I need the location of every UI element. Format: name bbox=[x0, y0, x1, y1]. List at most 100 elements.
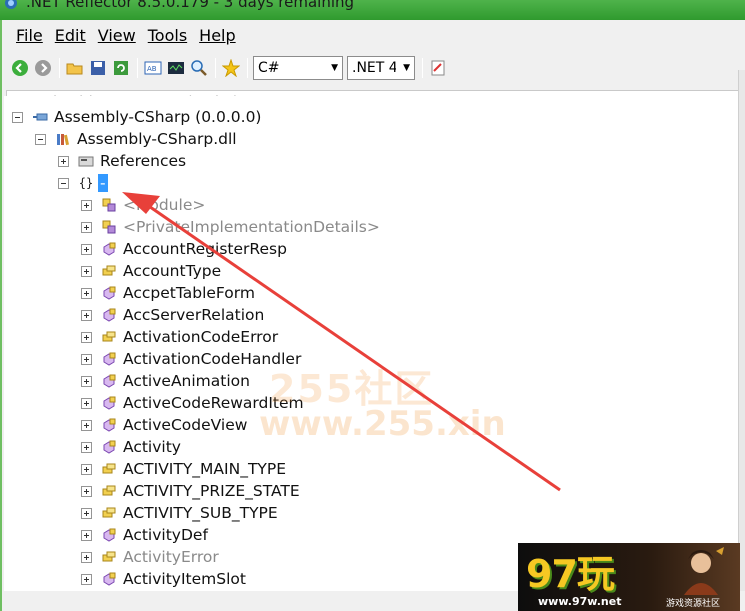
class-icon bbox=[101, 439, 117, 455]
monitor-icon bbox=[168, 62, 184, 74]
type-label: ActiveCodeRewardItem bbox=[123, 394, 304, 412]
tree-node-type[interactable]: AccountRegisterResp bbox=[81, 238, 287, 260]
namespace-label: - bbox=[98, 174, 108, 192]
site-logo: 97玩 www.97w.net 游戏资源社区 bbox=[518, 543, 740, 611]
toolbar-separator bbox=[215, 58, 216, 78]
tree-node-type[interactable]: ActiveAnimation bbox=[81, 370, 250, 392]
type-label: <Module> bbox=[123, 196, 206, 214]
tree-node-type[interactable]: AccountType bbox=[81, 260, 221, 282]
class-icon bbox=[101, 417, 117, 433]
expand-toggle[interactable] bbox=[81, 331, 92, 343]
menu-view[interactable]: View bbox=[92, 24, 142, 48]
menu-file-label: File bbox=[16, 26, 43, 45]
expand-toggle[interactable] bbox=[81, 397, 92, 409]
menu-file[interactable]: File bbox=[10, 24, 49, 48]
expand-toggle[interactable] bbox=[81, 441, 92, 453]
tree-node-type[interactable]: ActivityDef bbox=[81, 524, 208, 546]
search-button[interactable] bbox=[189, 58, 209, 78]
svg-text:AB: AB bbox=[147, 65, 157, 73]
disassembler-button[interactable] bbox=[166, 58, 186, 78]
expand-toggle[interactable] bbox=[81, 529, 92, 541]
refresh-button[interactable] bbox=[111, 58, 131, 78]
tree-node-type[interactable]: ActivityError bbox=[81, 546, 219, 568]
tree-node-type[interactable]: AccServerRelation bbox=[81, 304, 264, 326]
collapse-toggle[interactable] bbox=[12, 111, 23, 123]
tree-node-namespace[interactable]: {} - bbox=[58, 172, 108, 194]
expand-toggle[interactable] bbox=[81, 375, 92, 387]
back-button[interactable] bbox=[10, 58, 30, 78]
class-icon bbox=[101, 241, 117, 257]
tree-node-dll[interactable]: Assembly-CSharp.dll bbox=[35, 128, 237, 150]
options-button[interactable] bbox=[428, 58, 448, 78]
enum-icon bbox=[101, 461, 117, 477]
expand-toggle[interactable] bbox=[81, 353, 92, 365]
forward-button[interactable] bbox=[33, 58, 53, 78]
menu-edit[interactable]: Edit bbox=[49, 24, 92, 48]
library-books-icon bbox=[55, 131, 71, 147]
forward-arrow-icon bbox=[35, 60, 51, 76]
expand-toggle[interactable] bbox=[81, 265, 92, 277]
expand-toggle[interactable] bbox=[81, 573, 92, 585]
bookmark-button[interactable] bbox=[221, 58, 241, 78]
tree-node-type[interactable]: ACTIVITY_PRIZE_STATE bbox=[81, 480, 300, 502]
module-class-icon bbox=[101, 219, 117, 235]
language-select[interactable]: C# ▼ bbox=[253, 56, 343, 80]
tree-node-type[interactable]: ACTIVITY_MAIN_TYPE bbox=[81, 458, 286, 480]
menu-tools[interactable]: Tools bbox=[142, 24, 193, 48]
expand-toggle[interactable] bbox=[58, 155, 69, 167]
enum-icon bbox=[101, 505, 117, 521]
type-label: AccountType bbox=[123, 262, 222, 280]
expand-toggle[interactable] bbox=[81, 309, 92, 321]
expand-toggle[interactable] bbox=[81, 551, 92, 563]
toolbar-separator bbox=[247, 58, 248, 78]
save-button[interactable] bbox=[88, 58, 108, 78]
refresh-icon bbox=[114, 61, 128, 75]
reflector-app-icon bbox=[5, 0, 17, 9]
type-label: ActivityError bbox=[123, 548, 219, 566]
tree-node-type[interactable]: AccpetTableForm bbox=[81, 282, 255, 304]
vertical-scrollbar[interactable] bbox=[738, 70, 745, 591]
tree-node-type[interactable]: ActivationCodeError bbox=[81, 326, 278, 348]
enum-icon bbox=[101, 483, 117, 499]
expand-toggle[interactable] bbox=[81, 221, 92, 233]
type-label: ActiveCodeView bbox=[123, 416, 248, 434]
expand-toggle[interactable] bbox=[81, 243, 92, 255]
toolbar-separator bbox=[422, 58, 423, 78]
collapse-toggle[interactable] bbox=[35, 133, 46, 145]
class-icon bbox=[101, 527, 117, 543]
analyzer-button[interactable]: AB bbox=[143, 58, 163, 78]
collapse-toggle[interactable] bbox=[58, 177, 69, 189]
tree-node-type[interactable]: ActivationCodeHandler bbox=[81, 348, 301, 370]
framework-select[interactable]: .NET 4 ▼ bbox=[347, 56, 415, 80]
enum-icon bbox=[101, 549, 117, 565]
open-folder-icon bbox=[66, 63, 83, 75]
tree-node-type[interactable]: <Module> bbox=[81, 194, 205, 216]
tree-node-type[interactable]: ACTIVITY_SUB_TYPE bbox=[81, 502, 278, 524]
tree-node-type[interactable]: ActiveCodeRewardItem bbox=[81, 392, 304, 414]
window-title: .NET Reflector 8.5.0.179 - 3 days remain… bbox=[26, 0, 355, 11]
expand-toggle[interactable] bbox=[81, 507, 92, 519]
chevron-down-icon: ▼ bbox=[331, 63, 338, 73]
assembly-label: Assembly-CSharp (0.0.0.0) bbox=[54, 108, 262, 126]
class-icon bbox=[101, 373, 117, 389]
expand-toggle[interactable] bbox=[81, 463, 92, 475]
magnifier-icon bbox=[191, 60, 207, 76]
tree-node-type[interactable]: ActivityItemSlot bbox=[81, 568, 246, 590]
tree-node-assembly[interactable]: Assembly-CSharp (0.0.0.0) bbox=[12, 106, 261, 128]
expand-toggle[interactable] bbox=[81, 485, 92, 497]
toolbar: AB C# ▼ .NET 4 ▼ bbox=[10, 54, 451, 82]
class-icon bbox=[101, 307, 117, 323]
expand-toggle[interactable] bbox=[81, 419, 92, 431]
expand-toggle[interactable] bbox=[81, 287, 92, 299]
ab-window-icon: AB bbox=[144, 61, 162, 75]
expand-toggle[interactable] bbox=[81, 199, 92, 211]
tree-node-type[interactable]: ActiveCodeView bbox=[81, 414, 247, 436]
language-select-value: C# bbox=[258, 60, 280, 76]
tree-node-type[interactable]: Activity bbox=[81, 436, 181, 458]
framework-select-value: .NET 4 bbox=[352, 60, 396, 76]
open-button[interactable] bbox=[65, 58, 85, 78]
tree-node-type[interactable]: <PrivateImplementationDetails> bbox=[81, 216, 380, 238]
type-label: ActivationCodeError bbox=[123, 328, 279, 346]
menu-help[interactable]: Help bbox=[193, 24, 241, 48]
tree-node-references[interactable]: References bbox=[58, 150, 186, 172]
